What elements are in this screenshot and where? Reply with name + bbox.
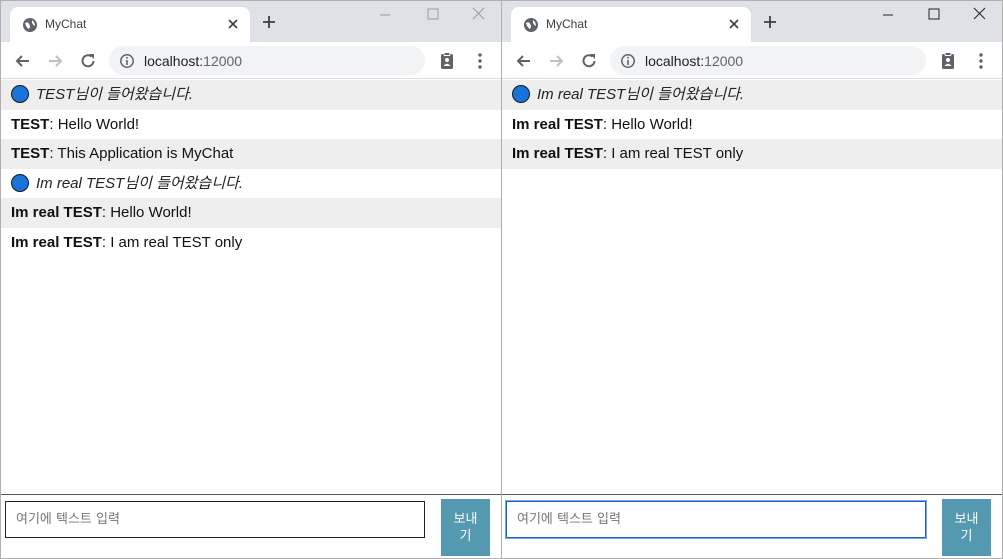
chat-message: Im real TEST: I am real TEST only: [1, 228, 501, 258]
system-message-text: Im real TEST님이 들어왔습니다.: [36, 174, 244, 192]
browser-toolbar: localhost:12000: [1, 42, 501, 79]
address-bar[interactable]: localhost:12000: [610, 46, 926, 75]
clipboard-icon[interactable]: [938, 51, 958, 71]
message-input[interactable]: [506, 501, 926, 538]
status-dot-icon: [11, 85, 29, 103]
message-nickname: Im real TEST: [512, 115, 603, 133]
chat-log: Im real TEST님이 들어왔습니다. Im real TEST: Hell…: [502, 80, 1002, 169]
info-icon[interactable]: [620, 53, 636, 69]
send-button[interactable]: 보내기: [441, 499, 490, 556]
system-message-text: Im real TEST님이 들어왔습니다.: [537, 86, 745, 103]
composer: 보내기: [502, 494, 1002, 558]
kebab-menu-icon[interactable]: [971, 51, 991, 71]
chat-message: TEST: Hello World!: [1, 110, 501, 140]
url-text: localhost:12000: [144, 53, 242, 69]
url-port: 12000: [203, 53, 243, 69]
chat-message: Im real TEST: Hello World!: [1, 198, 501, 228]
plus-icon[interactable]: [762, 14, 778, 30]
system-message: Im real TEST님이 들어왔습니다.: [502, 80, 1002, 110]
back-icon[interactable]: [13, 51, 33, 71]
message-nickname: Im real TEST: [11, 204, 102, 221]
close-icon[interactable]: [225, 16, 241, 32]
message-separator: :: [602, 115, 612, 133]
tab-mychat[interactable]: MyChat: [511, 7, 751, 42]
browser-window-right: MyChat localhost:12000 Im real TEST님이 들어…: [501, 0, 1003, 559]
tab-strip: MyChat: [502, 1, 1002, 42]
minimize-icon[interactable]: [375, 5, 395, 25]
message-separator: :: [49, 115, 58, 133]
reload-icon[interactable]: [579, 51, 599, 71]
message-nickname: TEST: [11, 115, 50, 133]
tab-mychat[interactable]: MyChat: [10, 7, 250, 42]
message-text: I am real TEST only: [110, 233, 243, 251]
back-icon[interactable]: [514, 51, 534, 71]
message-nickname: Im real TEST: [11, 233, 102, 251]
browser-window-left: MyChat localhost:12000 TEST님이 들어왔습니다. TE…: [0, 0, 502, 559]
window-close-icon[interactable]: [970, 5, 990, 25]
status-dot-icon: [512, 85, 530, 103]
chat-message: TEST: This Application is MyChat: [1, 139, 501, 169]
message-text: Hello World!: [57, 115, 140, 133]
chat-message: Im real TEST: Hello World!: [502, 110, 1002, 140]
url-host: localhost:: [645, 53, 705, 69]
reload-icon[interactable]: [78, 51, 98, 71]
globe-icon: [23, 18, 37, 32]
plus-icon[interactable]: [261, 14, 277, 30]
close-icon[interactable]: [726, 16, 742, 32]
system-message: TEST님이 들어왔습니다.: [1, 80, 501, 110]
send-button[interactable]: 보내기: [942, 499, 991, 556]
browser-toolbar: localhost:12000: [502, 42, 1002, 79]
window-close-icon[interactable]: [469, 5, 489, 25]
message-nickname: Im real TEST: [512, 145, 603, 162]
message-input[interactable]: [5, 501, 425, 538]
maximize-icon[interactable]: [924, 5, 944, 25]
system-message-text: TEST님이 들어왔습니다.: [36, 86, 194, 103]
clipboard-icon[interactable]: [437, 51, 457, 71]
message-text: Hello World!: [110, 204, 192, 221]
system-message: Im real TEST님이 들어왔습니다.: [1, 169, 501, 199]
message-text: I am real TEST only: [611, 145, 744, 162]
globe-icon: [524, 18, 538, 32]
url-port: 12000: [704, 53, 744, 69]
message-text: This Application is MyChat: [57, 145, 234, 162]
url-host: localhost:: [144, 53, 204, 69]
message-nickname: TEST: [11, 145, 50, 162]
kebab-menu-icon[interactable]: [470, 51, 490, 71]
tab-title: MyChat: [45, 17, 87, 31]
message-separator: :: [602, 145, 612, 162]
address-bar[interactable]: localhost:12000: [109, 46, 425, 75]
chat-message: Im real TEST: I am real TEST only: [502, 139, 1002, 169]
chat-log: TEST님이 들어왔습니다. TEST: Hello World! TEST: Th…: [1, 80, 501, 257]
message-separator: :: [101, 233, 111, 251]
tab-title: MyChat: [546, 17, 588, 31]
minimize-icon[interactable]: [878, 5, 898, 25]
url-text: localhost:12000: [645, 53, 743, 69]
status-dot-icon: [11, 173, 29, 192]
maximize-icon[interactable]: [423, 5, 443, 25]
tab-strip: MyChat: [1, 1, 501, 42]
forward-icon[interactable]: [546, 51, 566, 71]
forward-icon[interactable]: [45, 51, 65, 71]
composer: 보내기: [1, 494, 501, 558]
message-separator: :: [101, 204, 111, 221]
info-icon[interactable]: [119, 53, 135, 69]
message-text: Hello World!: [611, 115, 693, 133]
